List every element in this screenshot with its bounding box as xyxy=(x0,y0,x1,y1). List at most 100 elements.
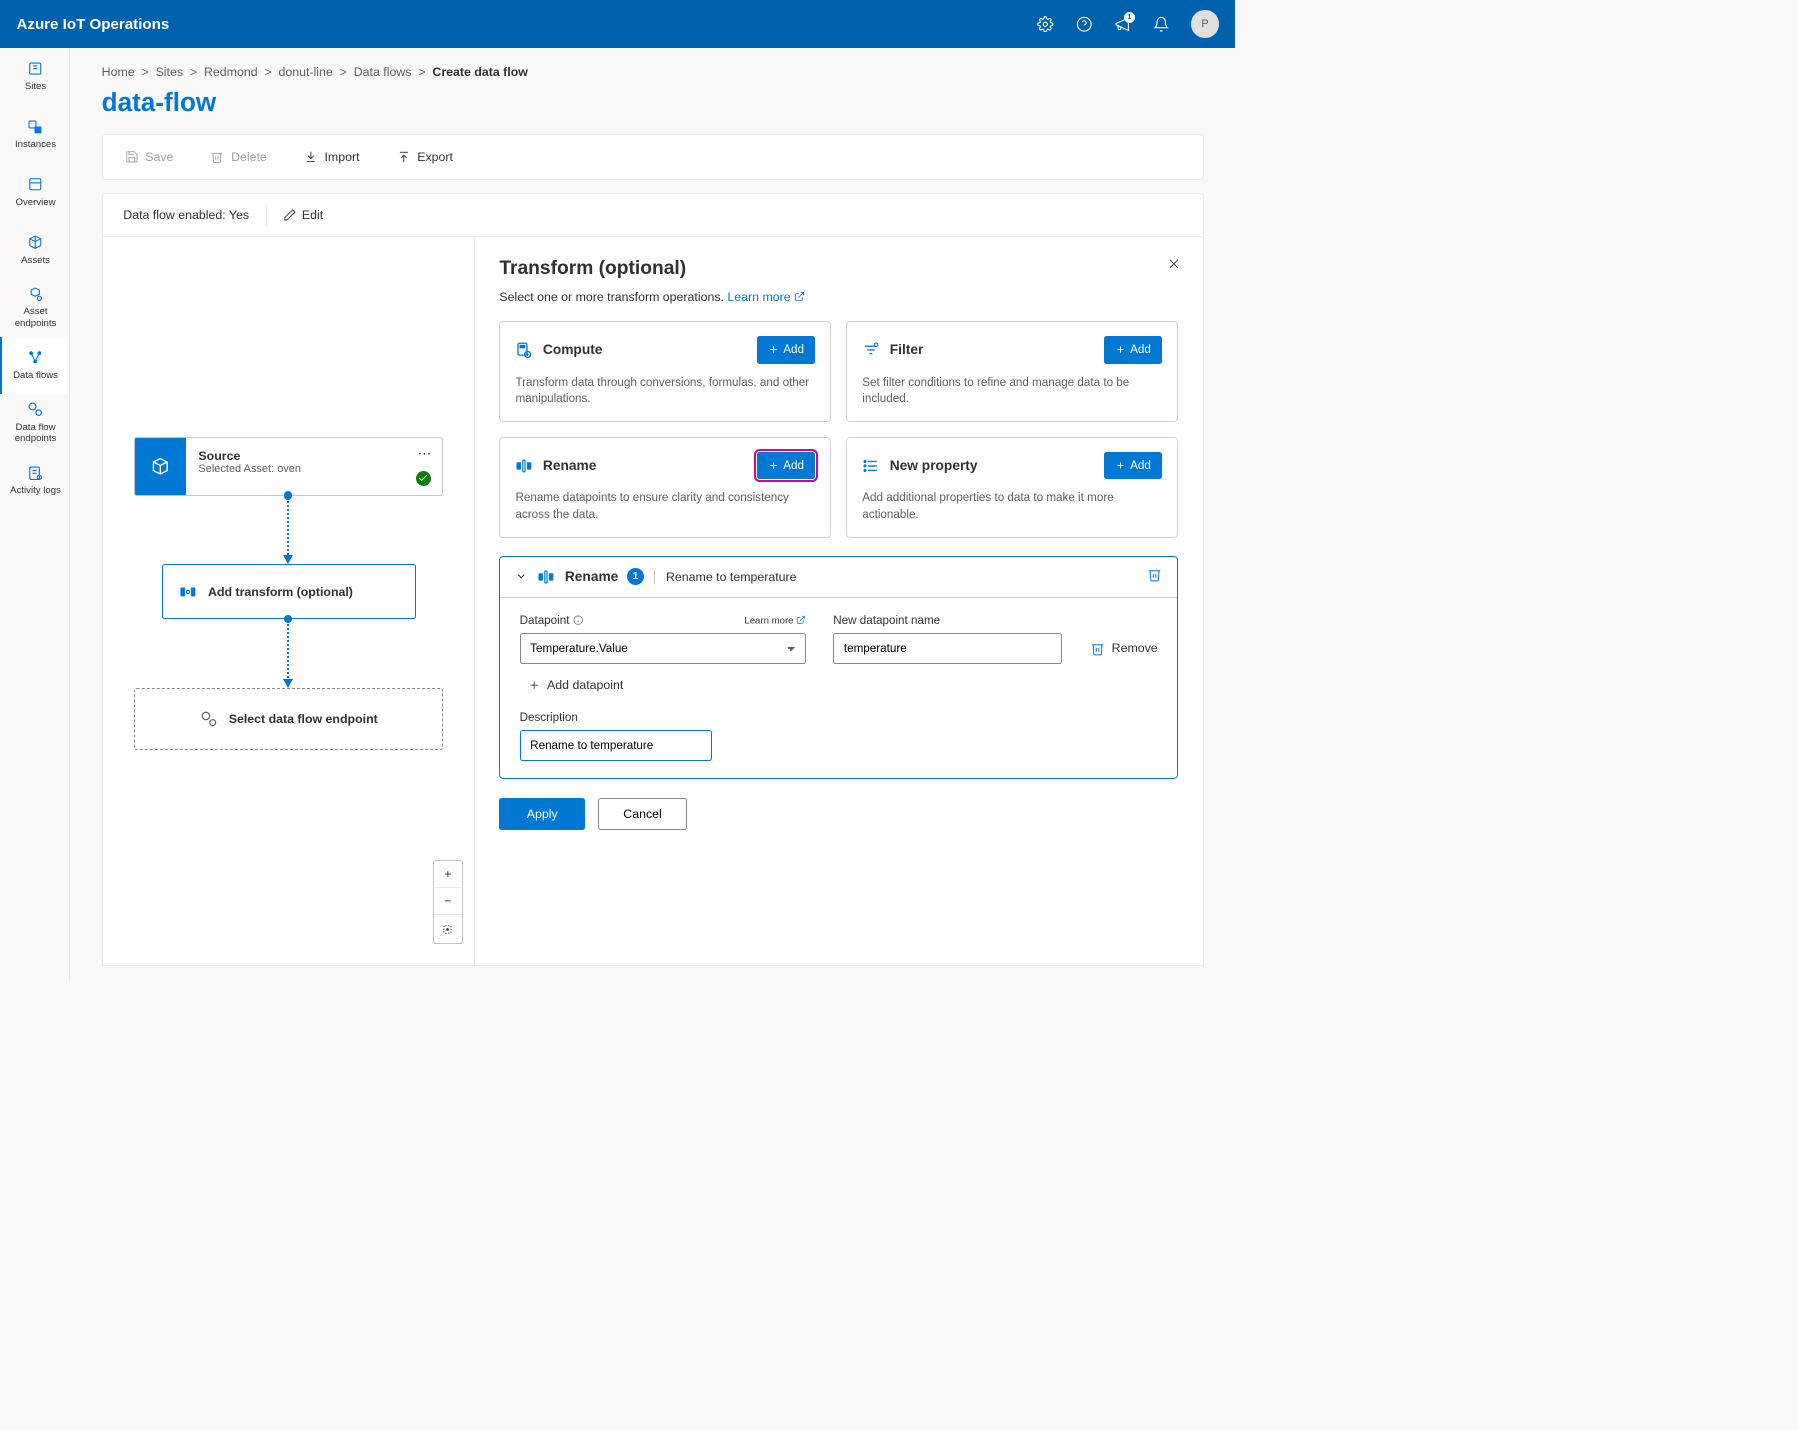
apply-button[interactable]: Apply xyxy=(499,798,585,830)
breadcrumb-link[interactable]: Home xyxy=(102,65,135,79)
add-newprop-button[interactable]: Add xyxy=(1104,452,1162,479)
import-button[interactable]: Import xyxy=(304,150,360,164)
transform-node[interactable]: Add transform (optional) xyxy=(162,564,416,619)
filter-card: Filter Add Set filter conditions to refi… xyxy=(846,321,1178,422)
sites-icon xyxy=(27,61,43,77)
settings-icon[interactable] xyxy=(1037,16,1053,32)
sidebar-label: Overview xyxy=(16,197,56,209)
sidebar-label: Data flows xyxy=(13,370,58,382)
overview-icon xyxy=(27,176,43,192)
datapoint-label: Datapoint xyxy=(520,614,583,627)
config-title: Rename xyxy=(565,569,618,584)
sidebar-label: Assets xyxy=(21,255,50,267)
cancel-button[interactable]: Cancel xyxy=(598,798,688,830)
sidebar: Sites Instances Overview Assets Asset en… xyxy=(0,48,70,982)
edit-button[interactable]: Edit xyxy=(283,208,324,222)
save-button: Save xyxy=(125,150,174,164)
config-header[interactable]: Rename1 Rename to temperature xyxy=(500,557,1177,598)
description-input[interactable] xyxy=(520,730,712,762)
rename-card: Rename Add Rename datapoints to ensure c… xyxy=(499,437,831,538)
sidebar-item-instances[interactable]: Instances xyxy=(0,106,69,164)
card-desc: Transform data through conversions, form… xyxy=(515,375,815,408)
source-subtitle: Selected Asset: oven xyxy=(198,463,430,475)
assets-icon xyxy=(27,234,43,250)
enabled-status: Data flow enabled: Yes xyxy=(123,208,249,222)
flow-canvas[interactable]: Source Selected Asset: oven ⋯ Add transf… xyxy=(103,237,475,964)
newname-input[interactable] xyxy=(833,633,1062,665)
endpoint-node[interactable]: Select data flow endpoint xyxy=(134,688,443,750)
breadcrumb-link[interactable]: Data flows xyxy=(354,65,412,79)
compute-icon xyxy=(515,341,533,359)
filter-icon xyxy=(862,341,880,359)
add-compute-button[interactable]: Add xyxy=(757,336,815,363)
add-rename-button[interactable]: Add xyxy=(757,452,815,479)
panel-actions: Apply Cancel xyxy=(499,798,1178,830)
sidebar-item-dataflow-endpoints[interactable]: Data flow endpoints xyxy=(0,394,69,452)
count-badge: 1 xyxy=(627,568,645,586)
sidebar-item-data-flows[interactable]: Data flows xyxy=(0,337,69,395)
zoom-out-button[interactable]: − xyxy=(434,888,461,915)
transform-cards: Compute Add Transform data through conve… xyxy=(499,321,1178,537)
remove-row-button[interactable]: Remove xyxy=(1090,633,1158,665)
news-badge: 1 xyxy=(1124,12,1135,23)
cube-icon xyxy=(135,438,186,495)
sidebar-item-asset-endpoints[interactable]: Asset endpoints xyxy=(0,279,69,337)
learn-more-link[interactable]: Learn more xyxy=(744,615,805,626)
dataflow-endpoints-icon xyxy=(27,401,43,417)
trash-icon xyxy=(1090,641,1105,656)
upload-icon xyxy=(397,150,411,164)
zoom-controls: + − xyxy=(433,860,462,944)
source-node[interactable]: Source Selected Asset: oven ⋯ xyxy=(134,437,443,496)
add-datapoint-button[interactable]: Add datapoint xyxy=(528,678,1158,692)
newprop-card: New property Add Add additional properti… xyxy=(846,437,1178,538)
app-title: Azure IoT Operations xyxy=(16,16,1037,33)
datapoint-select[interactable]: Temperature.Value xyxy=(520,633,806,665)
card-desc: Set filter conditions to refine and mana… xyxy=(862,375,1162,408)
add-filter-button[interactable]: Add xyxy=(1104,336,1162,363)
card-desc: Add additional properties to data to mak… xyxy=(862,490,1162,523)
help-icon[interactable] xyxy=(1076,16,1092,32)
notifications-icon[interactable] xyxy=(1153,16,1169,32)
plus-icon xyxy=(528,679,540,691)
breadcrumb-link[interactable]: Redmond xyxy=(204,65,258,79)
card-title: Rename xyxy=(543,458,596,473)
sidebar-item-overview[interactable]: Overview xyxy=(0,163,69,221)
transform-label: Add transform (optional) xyxy=(208,585,353,599)
panel-title: Transform (optional) xyxy=(499,258,1178,280)
external-link-icon xyxy=(794,291,805,302)
endpoint-label: Select data flow endpoint xyxy=(229,712,378,726)
sidebar-label: Sites xyxy=(25,81,46,93)
data-flows-icon xyxy=(27,349,43,365)
rename-icon xyxy=(515,457,533,475)
pencil-icon xyxy=(283,208,297,222)
zoom-in-button[interactable]: + xyxy=(434,861,461,888)
card-title: Compute xyxy=(543,342,603,357)
sidebar-label: Asset endpoints xyxy=(2,306,69,329)
external-link-icon xyxy=(796,615,806,625)
user-avatar[interactable]: P xyxy=(1191,10,1218,37)
export-button[interactable]: Export xyxy=(397,150,453,164)
zoom-fit-button[interactable] xyxy=(434,915,461,942)
whats-new-icon[interactable]: 1 xyxy=(1114,16,1130,32)
delete-config-button[interactable] xyxy=(1147,567,1162,585)
more-icon[interactable]: ⋯ xyxy=(418,446,432,462)
sidebar-item-activity-logs[interactable]: Activity logs xyxy=(0,452,69,510)
sidebar-item-assets[interactable]: Assets xyxy=(0,221,69,279)
learn-more-link[interactable]: Learn more xyxy=(727,290,805,304)
breadcrumb-link[interactable]: donut-line xyxy=(279,65,333,79)
rename-config: Rename1 Rename to temperature Datapoint … xyxy=(499,556,1178,779)
instances-icon xyxy=(27,119,43,135)
activity-logs-icon xyxy=(27,465,43,481)
source-title: Source xyxy=(198,449,430,463)
compute-card: Compute Add Transform data through conve… xyxy=(499,321,831,422)
sidebar-item-sites[interactable]: Sites xyxy=(0,48,69,106)
close-icon xyxy=(1167,257,1181,271)
plus-icon xyxy=(768,344,779,355)
save-icon xyxy=(125,150,139,164)
close-button[interactable] xyxy=(1167,257,1181,274)
card-title: New property xyxy=(890,458,978,473)
breadcrumb-link[interactable]: Sites xyxy=(156,65,183,79)
info-icon[interactable] xyxy=(573,615,583,625)
download-icon xyxy=(304,150,318,164)
arrow-icon xyxy=(130,619,446,688)
